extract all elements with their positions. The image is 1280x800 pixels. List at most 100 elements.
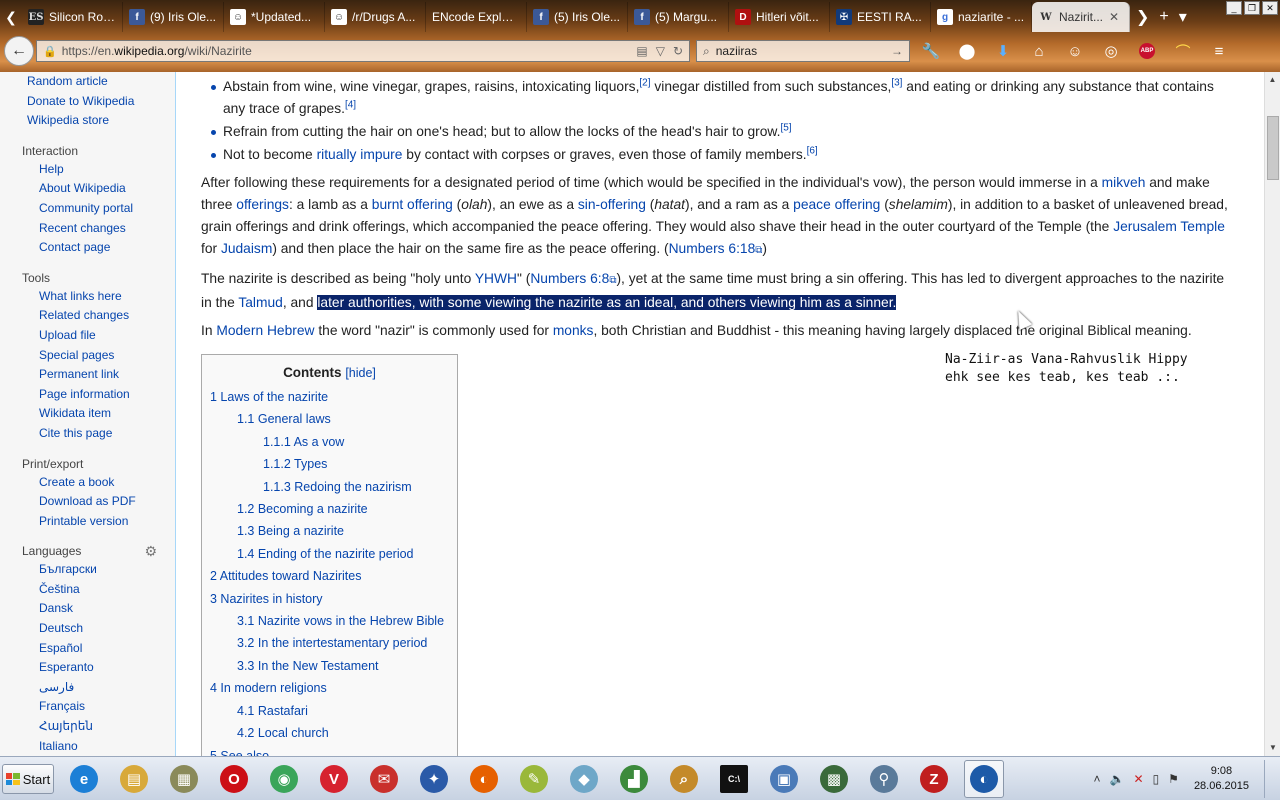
sidebar-link[interactable]: Wikidata item	[0, 404, 175, 424]
reload-icon[interactable]: ↻	[673, 44, 683, 58]
wrench-icon[interactable]: 🔧	[920, 40, 942, 62]
monks-link[interactable]: monks	[553, 323, 594, 338]
taskbar-app-button[interactable]: ⚲	[864, 760, 904, 798]
browser-tab[interactable]: D Hitleri võit...	[729, 2, 830, 32]
toc-item[interactable]: 1.3 Being a nazirite	[210, 520, 449, 542]
ref-link[interactable]: [4]	[345, 99, 356, 110]
sidebar-link[interactable]: Recent changes	[0, 219, 175, 239]
taskbar-app-button[interactable]: ✦	[414, 760, 454, 798]
ref-link[interactable]: [3]	[891, 77, 902, 88]
toc-item[interactable]: 3.3 In the New Testament	[210, 655, 449, 677]
search-input-value[interactable]: naziiras	[716, 44, 757, 58]
numbers-6-18-link[interactable]: Numbers 6:18⧉	[669, 241, 763, 256]
toc-item[interactable]: 4.2 Local church	[210, 722, 449, 744]
mikveh-link[interactable]: mikveh	[1102, 175, 1146, 190]
taskbar-app-button[interactable]: C:\	[714, 760, 754, 798]
language-link[interactable]: Հայերեն	[0, 717, 175, 737]
sin-offering-link[interactable]: sin-offering	[578, 197, 646, 212]
language-link[interactable]: Esperanto	[0, 658, 175, 678]
start-button[interactable]: Start	[2, 764, 54, 794]
toc-item[interactable]: 2 Attitudes toward Nazirites	[210, 565, 449, 587]
sidebar-link[interactable]: Printable version	[0, 512, 175, 532]
toc-item[interactable]: 1.2 Becoming a nazirite	[210, 498, 449, 520]
pocket-icon[interactable]: ⬤	[956, 40, 978, 62]
sidebar-link[interactable]: Wikipedia store	[0, 111, 175, 131]
taskbar-app-button[interactable]: ◐	[964, 760, 1004, 798]
gear-icon[interactable]: ⚙	[144, 542, 157, 560]
yhwh-link[interactable]: YHWH	[475, 271, 517, 286]
maximize-button[interactable]: ❐	[1244, 1, 1260, 15]
toc-item[interactable]: 3 Nazirites in history	[210, 588, 449, 610]
language-link[interactable]: Español	[0, 639, 175, 659]
toc-item[interactable]: 1.4 Ending of the nazirite period	[210, 543, 449, 565]
toc-item[interactable]: 1.1.3 Redoing the nazirism	[210, 476, 449, 498]
search-bar[interactable]: ⌕ naziiras →	[696, 40, 910, 62]
show-desktop-button[interactable]	[1264, 760, 1276, 798]
browser-tab[interactable]: ✠ EESTI RA...	[830, 2, 931, 32]
toc-item[interactable]: 1.1.1 As a vow	[210, 431, 449, 453]
sidebar-link[interactable]: Random article	[0, 72, 175, 92]
browser-tab[interactable]: ☺ *Updated...	[224, 2, 325, 32]
numbers-6-8-link[interactable]: Numbers 6:8⧉	[530, 271, 616, 286]
sidebar-link[interactable]: Community portal	[0, 199, 175, 219]
sidebar-link[interactable]: About Wikipedia	[0, 179, 175, 199]
scroll-up-icon[interactable]: ▲	[1265, 72, 1280, 88]
taskbar-app-button[interactable]: V	[314, 760, 354, 798]
browser-tab[interactable]: W Nazirit... ✕	[1032, 2, 1130, 32]
adblock-icon[interactable]: ABP	[1136, 40, 1158, 62]
toc-item[interactable]: 1 Laws of the nazirite	[210, 386, 449, 408]
talmud-link[interactable]: Talmud	[238, 295, 282, 310]
taskbar-app-button[interactable]: ▦	[164, 760, 204, 798]
browser-tab[interactable]: ☺ /r/Drugs A...	[325, 2, 426, 32]
back-button[interactable]: ←	[4, 36, 34, 66]
sidebar-link[interactable]: Download as PDF	[0, 492, 175, 512]
new-tab-button[interactable]: +	[1159, 8, 1168, 26]
taskbar-app-button[interactable]: e	[64, 760, 104, 798]
taskbar-app-button[interactable]: ◆	[564, 760, 604, 798]
ritually-impure-link[interactable]: ritually impure	[317, 147, 403, 162]
ref-link[interactable]: [5]	[780, 122, 791, 133]
burnt-offering-link[interactable]: burnt offering	[372, 197, 453, 212]
home-icon[interactable]: ⌂	[1028, 40, 1050, 62]
toc-item[interactable]: 4.1 Rastafari	[210, 700, 449, 722]
sidebar-link[interactable]: What links here	[0, 287, 175, 307]
sidebar-link[interactable]: Create a book	[0, 473, 175, 493]
dropdown-icon[interactable]: ▽	[656, 44, 665, 58]
sidebar-link[interactable]: Related changes	[0, 306, 175, 326]
page-scrollbar[interactable]: ▲ ▼	[1264, 72, 1280, 756]
browser-tab[interactable]: f (5) Iris Ole...	[527, 2, 628, 32]
sidebar-link[interactable]: Cite this page	[0, 424, 175, 444]
download-icon[interactable]: ⬇	[992, 40, 1014, 62]
chat-icon[interactable]: ☺	[1064, 40, 1086, 62]
taskbar-app-button[interactable]: ✉	[364, 760, 404, 798]
language-link[interactable]: Français	[0, 697, 175, 717]
volume-icon[interactable]: 🔈	[1110, 772, 1125, 786]
ref-link[interactable]: [6]	[807, 145, 818, 156]
browser-tab[interactable]: g naziarite - ...	[931, 2, 1032, 32]
taskbar-app-button[interactable]: ✎	[514, 760, 554, 798]
flag-icon[interactable]: ⚑	[1168, 772, 1179, 786]
taskbar-app-button[interactable]: ▟	[614, 760, 654, 798]
language-link[interactable]: Čeština	[0, 580, 175, 600]
clock[interactable]: 9:08 28.06.2015	[1194, 764, 1249, 794]
sidebar-link[interactable]: Upload file	[0, 326, 175, 346]
toc-item[interactable]: 1.1.2 Types	[210, 453, 449, 475]
taskbar-app-button[interactable]: ▣	[764, 760, 804, 798]
device-icon[interactable]: ▯	[1153, 772, 1160, 786]
tray-expand-icon[interactable]: ˄	[1094, 772, 1101, 786]
tab-scroll-right-icon[interactable]: ❯	[1136, 7, 1149, 27]
peace-offering-link[interactable]: peace offering	[793, 197, 880, 212]
scroll-down-icon[interactable]: ▼	[1265, 740, 1280, 756]
rainbow-icon[interactable]: ⌒	[1172, 40, 1194, 62]
taskbar-app-button[interactable]: O	[214, 760, 254, 798]
offerings-link[interactable]: offerings	[236, 197, 289, 212]
sidebar-link[interactable]: Page information	[0, 385, 175, 405]
language-link[interactable]: Dansk	[0, 599, 175, 619]
modern-hebrew-link[interactable]: Modern Hebrew	[216, 323, 314, 338]
toc-item[interactable]: 5 See also	[210, 745, 449, 757]
sidebar-link[interactable]: Special pages	[0, 346, 175, 366]
language-link[interactable]: Deutsch	[0, 619, 175, 639]
address-bar[interactable]: 🔒 https://en. wikipedia.org/wiki/Nazirite…	[36, 40, 690, 62]
language-link[interactable]: Italiano	[0, 737, 175, 756]
taskbar-app-button[interactable]: Z	[914, 760, 954, 798]
